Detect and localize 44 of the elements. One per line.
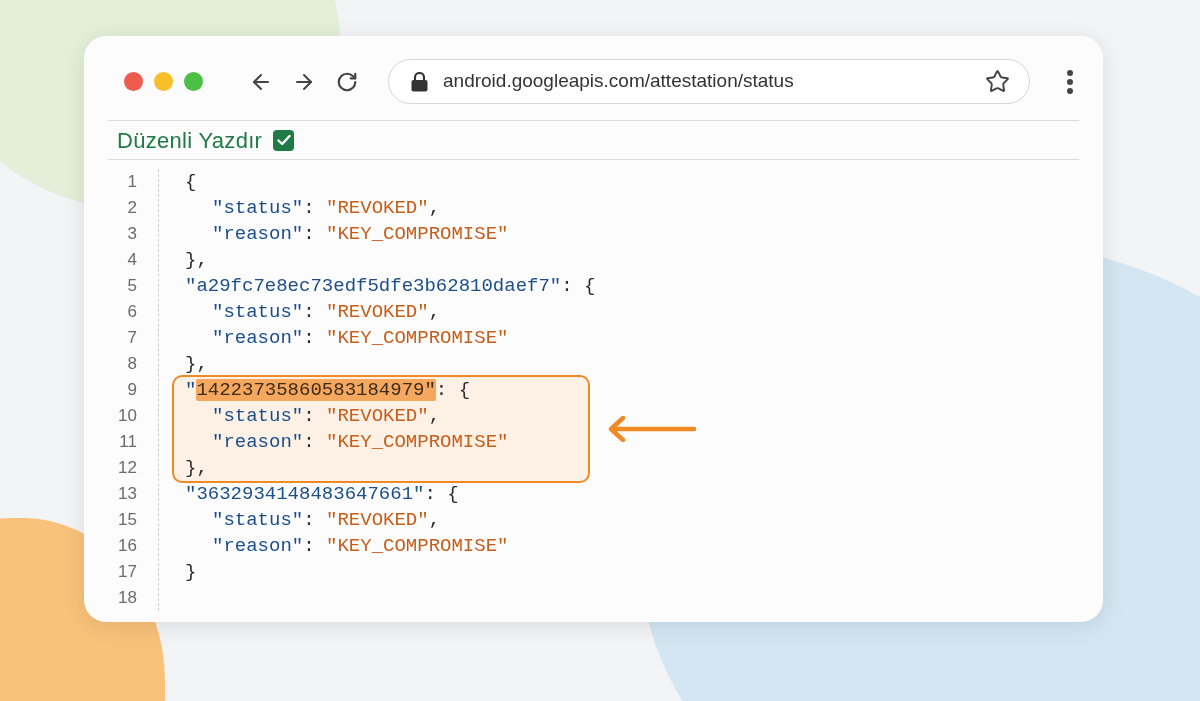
- line-number: 2: [127, 197, 137, 220]
- bookmark-star-icon[interactable]: [985, 69, 1010, 94]
- code-line: "reason": "KEY_COMPROMISE": [212, 221, 509, 247]
- lock-icon: [411, 71, 428, 92]
- code-line: },: [185, 351, 208, 377]
- code-line: "reason": "KEY_COMPROMISE": [212, 429, 509, 455]
- line-number: 3: [127, 223, 137, 246]
- code-line: "status": "REVOKED",: [212, 507, 441, 533]
- code-line: "reason": "KEY_COMPROMISE": [212, 325, 509, 351]
- line-number: 17: [118, 561, 137, 584]
- line-number: 15: [118, 509, 137, 532]
- line-number: 11: [119, 431, 137, 454]
- code-line: "3632934148483647661": {: [185, 481, 459, 507]
- code-line: },: [185, 247, 208, 273]
- code-line: "reason": "KEY_COMPROMISE": [212, 533, 509, 559]
- line-number: 6: [127, 301, 137, 324]
- left-arrow-icon: [608, 416, 696, 442]
- code-line: },: [185, 455, 208, 481]
- line-number: 1: [127, 171, 137, 194]
- code-line: {: [185, 169, 197, 195]
- pretty-print-label: Düzenli Yazdır: [117, 126, 263, 155]
- code-line: "status": "REVOKED",: [212, 403, 441, 429]
- code-line: "status": "REVOKED",: [212, 299, 441, 325]
- address-bar[interactable]: android.googleapis.com/attestation/status: [388, 59, 1030, 104]
- code-line: "status": "REVOKED",: [212, 195, 441, 221]
- line-number: 12: [118, 457, 137, 480]
- line-number: 16: [118, 535, 137, 558]
- line-number: 5: [127, 275, 137, 298]
- line-number: 8: [127, 353, 137, 376]
- code-line: "14223735860583184979": {: [185, 377, 471, 403]
- code-line: "a29fc7e8ec73edf5dfe3b62810daef7": {: [185, 273, 596, 299]
- line-number: 18: [118, 587, 137, 610]
- line-number: 4: [127, 249, 137, 272]
- code-line: }: [185, 559, 197, 585]
- more-vertical-icon: [1067, 69, 1073, 94]
- line-number: 7: [127, 327, 137, 350]
- reload-icon: [336, 70, 358, 93]
- checkmark-icon: [276, 134, 291, 146]
- line-number: 9: [127, 379, 137, 402]
- window-close-button[interactable]: [124, 72, 143, 91]
- line-number: 13: [118, 483, 137, 506]
- url-text: android.googleapis.com/attestation/status: [443, 69, 795, 94]
- checkbox[interactable]: [273, 129, 295, 151]
- line-number: 10: [118, 405, 137, 428]
